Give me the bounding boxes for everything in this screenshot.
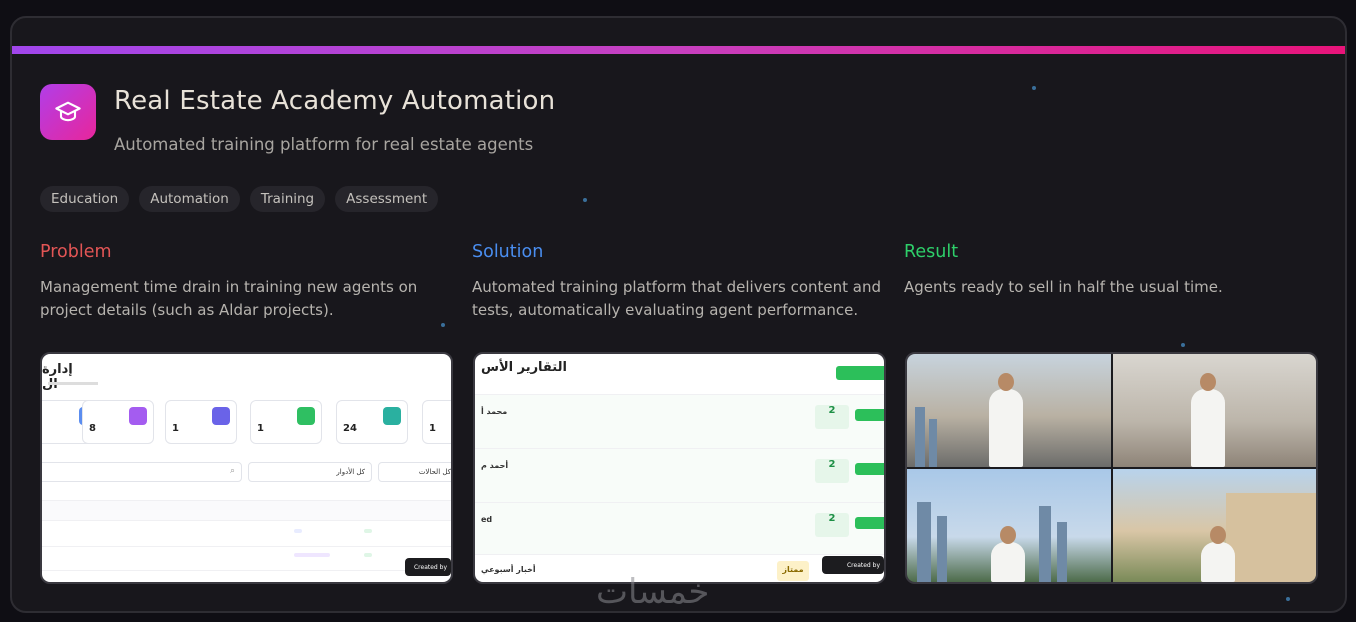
new-report-button[interactable] bbox=[836, 366, 884, 380]
report-row[interactable]: أحمد م 2 bbox=[475, 448, 884, 502]
role-badge bbox=[294, 529, 302, 533]
report-row[interactable]: محمد أ 2 bbox=[475, 394, 884, 448]
dashboard-heading: إدارة ال bbox=[42, 362, 73, 392]
building bbox=[917, 502, 931, 582]
problem-heading: Problem bbox=[40, 242, 112, 262]
building bbox=[937, 516, 947, 582]
decor-dot bbox=[583, 198, 587, 202]
details-button[interactable] bbox=[855, 517, 884, 529]
reports-heading: التقارير الأس bbox=[481, 360, 567, 375]
watermark: خمسات bbox=[596, 572, 710, 612]
status-badge bbox=[364, 529, 372, 533]
role-badge bbox=[294, 553, 330, 557]
project-logo bbox=[40, 84, 96, 140]
created-by-badge[interactable]: Created by bbox=[405, 558, 451, 576]
tag-automation: Automation bbox=[139, 186, 240, 212]
user-icon bbox=[129, 407, 147, 425]
villa-building bbox=[1226, 493, 1316, 582]
agent-name: أحمد م bbox=[481, 461, 509, 470]
table-row[interactable] bbox=[42, 546, 451, 570]
grade-badge: ممتاز bbox=[777, 561, 809, 581]
graduation-cap-icon bbox=[55, 101, 81, 122]
agent-name: ed bbox=[481, 515, 493, 524]
photo-construction bbox=[1112, 354, 1316, 467]
building bbox=[1057, 522, 1067, 582]
photo-skyline bbox=[907, 469, 1111, 582]
photo-highway bbox=[907, 354, 1111, 467]
decor-dot bbox=[1181, 343, 1185, 347]
decor-dot bbox=[441, 323, 445, 327]
table-row[interactable] bbox=[42, 520, 451, 546]
decor-dot bbox=[1286, 597, 1290, 601]
agent-name: أخبار أسبوعي bbox=[481, 565, 536, 574]
kpi-value: 8 bbox=[89, 423, 96, 434]
solution-text: Automated training platform that deliver… bbox=[472, 278, 881, 319]
tag-training: Training bbox=[249, 186, 326, 212]
table-header bbox=[42, 500, 451, 520]
user-icon bbox=[212, 407, 230, 425]
result-section: Result Agents ready to sell in half the … bbox=[904, 242, 1324, 299]
agent-figure bbox=[1190, 373, 1225, 467]
agent-name: محمد أ bbox=[481, 407, 508, 416]
search-input[interactable]: ⌕ bbox=[42, 462, 242, 482]
problem-text: Management time drain in training new ag… bbox=[40, 278, 418, 319]
agent-figure bbox=[1200, 526, 1235, 582]
score-badge: 2 bbox=[815, 459, 849, 483]
screenshot-weekly-reports[interactable]: التقارير الأس محمد أ 2 أحمد م 2 ed 2 أخب… bbox=[473, 352, 886, 584]
subheading-line bbox=[48, 382, 98, 385]
building bbox=[1039, 506, 1051, 582]
solution-section: Solution Automated training platform tha… bbox=[472, 242, 892, 322]
score-badge: 2 bbox=[815, 513, 849, 537]
agent-figure bbox=[991, 526, 1025, 582]
decor-dot bbox=[1032, 86, 1036, 90]
screenshot-user-management[interactable]: إدارة ال 8 1 1 24 1 ⌕ كل الأدوار كل الحا… bbox=[40, 352, 453, 584]
building bbox=[929, 419, 937, 467]
project-title: Real Estate Academy Automation bbox=[114, 86, 556, 116]
score-badge: 2 bbox=[815, 405, 849, 429]
accent-bar bbox=[12, 46, 1345, 54]
screenshot-agent-photos[interactable] bbox=[905, 352, 1318, 584]
kpi-value: 24 bbox=[343, 423, 357, 434]
user-check-icon bbox=[297, 407, 315, 425]
details-button[interactable] bbox=[855, 409, 884, 421]
report-row[interactable]: ed 2 bbox=[475, 502, 884, 554]
agent-figure bbox=[989, 373, 1023, 467]
building bbox=[915, 407, 925, 467]
kpi-card: 1 bbox=[422, 400, 451, 444]
solution-heading: Solution bbox=[472, 242, 544, 262]
role-filter-select[interactable]: كل الأدوار bbox=[248, 462, 372, 482]
kpi-value: 1 bbox=[257, 423, 264, 434]
photo-villa bbox=[1112, 469, 1316, 582]
tag-assessment: Assessment bbox=[335, 186, 439, 212]
kpi-value: 1 bbox=[429, 423, 436, 434]
check-icon bbox=[383, 407, 401, 425]
created-by-badge[interactable]: Created by bbox=[822, 556, 884, 574]
project-subtitle: Automated training platform for real est… bbox=[114, 135, 534, 154]
tag-list: Education Automation Training Assessment bbox=[40, 186, 439, 212]
project-card: Real Estate Academy Automation Automated… bbox=[10, 16, 1347, 613]
result-heading: Result bbox=[904, 242, 959, 262]
result-text: Agents ready to sell in half the usual t… bbox=[904, 278, 1223, 296]
kpi-value: 1 bbox=[172, 423, 179, 434]
table-row[interactable] bbox=[42, 570, 451, 582]
problem-section: Problem Management time drain in trainin… bbox=[40, 242, 460, 322]
status-filter-select[interactable]: كل الحالات bbox=[378, 462, 451, 482]
details-button[interactable] bbox=[855, 463, 884, 475]
kpi-card: 1 bbox=[250, 400, 322, 444]
kpi-card: 8 bbox=[82, 400, 154, 444]
photo-grid bbox=[907, 354, 1316, 582]
tag-education: Education bbox=[40, 186, 130, 212]
kpi-card: 24 bbox=[336, 400, 408, 444]
kpi-card: 1 bbox=[165, 400, 237, 444]
status-badge bbox=[364, 553, 372, 557]
search-icon: ⌕ bbox=[229, 466, 235, 476]
